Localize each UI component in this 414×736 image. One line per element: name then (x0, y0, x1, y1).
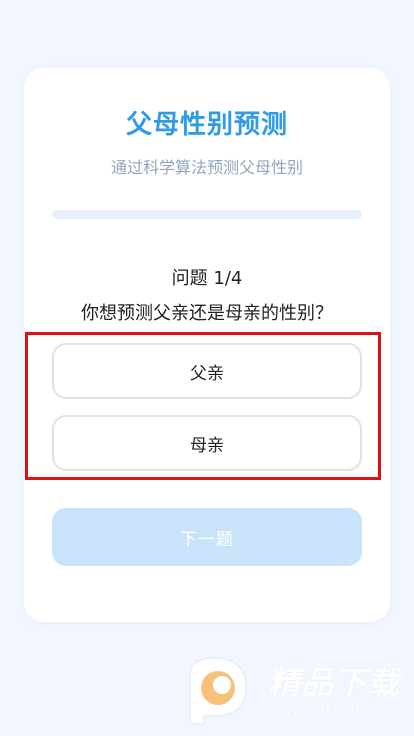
watermark-logo-icon (189, 657, 247, 725)
progress-bar (52, 210, 362, 219)
option-father-button[interactable]: 父亲 (52, 343, 362, 399)
watermark-url: www.j9p.com (270, 702, 364, 718)
watermark: 精品下载 www.j9p.com (184, 654, 406, 730)
next-question-button[interactable]: 下一题 (52, 508, 362, 566)
option-mother-button[interactable]: 母亲 (52, 415, 362, 471)
page-subtitle: 通过科学算法预测父母性别 (110, 158, 303, 177)
question-number: 问题 1/4 (171, 268, 243, 289)
question-text: 你想预测父亲还是母亲的性别？ (81, 303, 333, 324)
watermark-name: 精品下载 (268, 664, 401, 702)
page-title: 父母性别预测 (125, 110, 288, 140)
